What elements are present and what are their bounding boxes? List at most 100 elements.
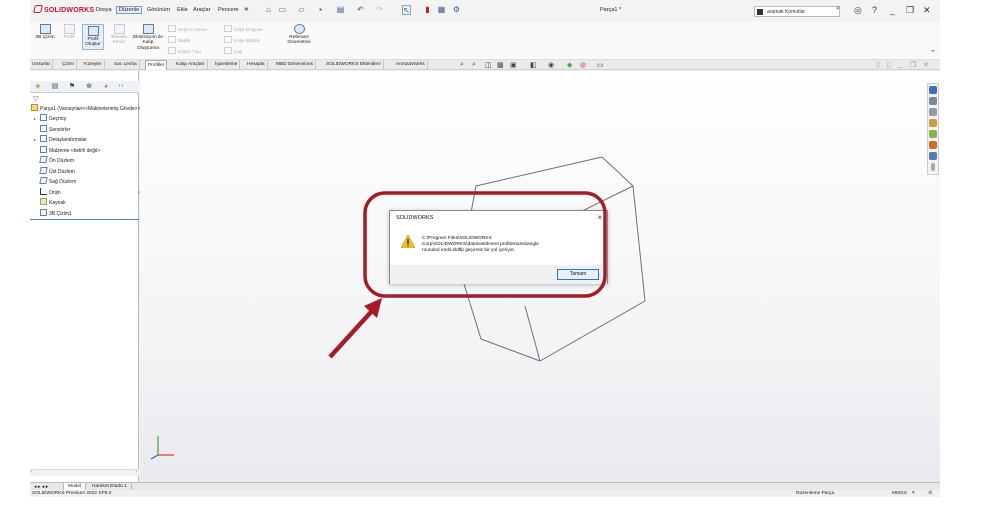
tree-item-3d-sketch[interactable]: 3B Çizim1: [40, 209, 72, 219]
pin-icon[interactable]: ✱: [244, 7, 249, 13]
new-document-icon[interactable]: ▭: [278, 5, 287, 15]
units-selector[interactable]: MMGS: [892, 490, 907, 497]
restore-icon[interactable]: ❐: [906, 5, 914, 16]
view-settings-icon[interactable]: ▭: [597, 61, 604, 69]
tab-mbd-dimensions[interactable]: MBD Dimensions: [274, 60, 317, 70]
tab-solidworks-addins[interactable]: SOLIDWORKS Eklentileri: [324, 60, 384, 70]
trim-extend-button[interactable]: Kirpla Uzatma: [168, 25, 207, 32]
merge-edge-button[interactable]: Birleşik Kenar: [107, 24, 131, 46]
ok-button[interactable]: Tamam: [557, 269, 599, 280]
tree-item-material[interactable]: Malzeme <belirli değil>: [40, 146, 100, 156]
scroll-left-icon[interactable]: ‹: [31, 469, 33, 475]
doc-close-icon[interactable]: ✕: [923, 61, 929, 69]
minimize-icon[interactable]: _: [890, 5, 895, 15]
tab-sheet-metal[interactable]: Sac Levha: [112, 60, 140, 70]
corner-fill-button[interactable]: Köşe Dolgusu: [224, 25, 263, 32]
gusset-button[interactable]: Köşeli Tıpa: [168, 47, 201, 54]
tile-vertical-icon[interactable]: ▯: [887, 61, 891, 69]
filter-icon[interactable]: ▽: [33, 95, 38, 103]
close-icon[interactable]: ✕: [923, 5, 931, 16]
home-icon[interactable]: ⌂: [264, 5, 273, 15]
tree-root-part[interactable]: Parça1 (Varsayılan<<Makinelenmiş Gövde>>…: [31, 104, 142, 114]
tree-item-history[interactable]: ▸ Geçmiş: [34, 114, 66, 124]
tab-features[interactable]: Unsurlar: [30, 60, 54, 70]
user-account-icon[interactable]: ◎: [854, 5, 862, 16]
menu-window[interactable]: Pencere: [218, 7, 239, 13]
menu-tools[interactable]: Araçlar: [193, 7, 210, 13]
options-gear-icon[interactable]: ⚙: [452, 5, 461, 15]
task-pane-expand-icon[interactable]: [931, 163, 935, 171]
custom-properties-icon[interactable]: [929, 141, 937, 149]
display-style-icon[interactable]: ◧: [530, 61, 537, 69]
property-manager-tab-icon[interactable]: ▤: [50, 82, 60, 91]
feature-manager-tab-icon[interactable]: ◈: [33, 82, 43, 91]
section-view-icon[interactable]: ▩: [497, 61, 504, 69]
zoom-to-fit-icon[interactable]: ⌕: [460, 61, 464, 69]
zoom-area-icon[interactable]: ⌕: [472, 61, 476, 69]
select-pointer-icon[interactable]: ↖: [402, 5, 411, 15]
print-icon[interactable]: ▤: [336, 5, 345, 15]
save-icon[interactable]: ▪: [316, 5, 325, 15]
3d-sketch-button[interactable]: 3B Çizim: [34, 24, 56, 40]
rollback-bar[interactable]: [30, 219, 139, 220]
help-icon[interactable]: ?: [872, 5, 877, 15]
open-folder-icon[interactable]: ▱: [297, 5, 306, 15]
display-manager-tab-icon[interactable]: ◕: [101, 82, 111, 91]
tab-markup[interactable]: İşaretleme: [213, 60, 241, 70]
tab-annotaworks[interactable]: AnnotaWorks: [394, 60, 428, 70]
customize-icon[interactable]: ⚙: [928, 490, 932, 497]
doc-minimize-icon[interactable]: _: [898, 61, 902, 68]
tab-weldments[interactable]: Profiller: [145, 60, 168, 70]
menu-insert[interactable]: Ekle: [177, 7, 188, 13]
search-commands-input[interactable]: aramak Komutlar: [754, 6, 840, 17]
tabs-scroll-arrows-icon[interactable]: ‹ ›: [116, 82, 126, 91]
structural-member-button[interactable]: Profil Oluştur: [82, 24, 104, 50]
dialog-close-icon[interactable]: ×: [597, 213, 602, 222]
tree-item-annotations[interactable]: ▸ Detaylandırmalar: [34, 135, 87, 145]
profile-button[interactable]: Profil: [58, 24, 80, 40]
file-properties-icon[interactable]: ▦: [437, 5, 446, 15]
hide-show-items-icon[interactable]: ◉: [548, 61, 554, 69]
tab-sketch[interactable]: Çizim: [60, 60, 77, 70]
tab-mold-tools[interactable]: Kalıp Araçları: [174, 60, 208, 70]
undo-icon[interactable]: ↶: [356, 5, 365, 15]
tile-horizontal-icon[interactable]: ▯: [876, 61, 880, 69]
scroll-right-icon[interactable]: ›: [135, 469, 137, 475]
forum-icon[interactable]: [929, 152, 937, 160]
tree-item-front-plane[interactable]: Ön Düzlem: [39, 156, 74, 166]
appearance-icon[interactable]: ◆: [567, 61, 572, 69]
search-icon[interactable]: ⌕: [836, 5, 840, 13]
redo-icon[interactable]: ↷: [375, 5, 384, 15]
tree-item-right-plane[interactable]: Sağ Düzlem: [39, 177, 76, 187]
reference-geometry-button[interactable]: Referans Geometrisi: [284, 24, 314, 46]
end-cap-button[interactable]: Başlık: [168, 36, 191, 43]
appearances-scenes-icon[interactable]: [929, 130, 937, 138]
weld-bead-button[interactable]: Çap: [224, 47, 242, 54]
menu-file[interactable]: Dosya: [96, 7, 112, 13]
configuration-manager-tab-icon[interactable]: ⚑: [67, 82, 77, 91]
view-palette-icon[interactable]: [929, 119, 937, 127]
view-orientation-icon[interactable]: ▣: [510, 61, 517, 69]
solidworks-logo[interactable]: SOLIDWORKS: [32, 5, 94, 14]
extrude-boss-button[interactable]: Ekstrüzyon ile Kalıp Oluşturma: [133, 24, 163, 51]
tab-evaluate[interactable]: Hesapla: [245, 60, 268, 70]
design-library-icon[interactable]: [929, 97, 937, 105]
ribbon-collapse-chevron-icon[interactable]: ⌃: [930, 49, 936, 57]
solidworks-resources-icon[interactable]: [929, 86, 937, 94]
file-explorer-icon[interactable]: [929, 108, 937, 116]
menu-edit[interactable]: Düzenle: [116, 6, 143, 14]
menu-view[interactable]: Görünüm: [147, 7, 170, 13]
rebuild-icon[interactable]: ▮: [423, 5, 432, 15]
tree-item-sensors[interactable]: Sensörler: [40, 125, 70, 135]
units-dropdown-chevron-icon[interactable]: ▾: [912, 490, 914, 497]
dimxpert-tab-icon[interactable]: ⊕: [84, 82, 94, 91]
tree-item-top-plane[interactable]: Üst Düzlem: [39, 167, 75, 177]
tab-surfaces[interactable]: Yüzeyler: [81, 60, 105, 70]
scene-icon[interactable]: ◍: [580, 61, 586, 69]
previous-view-icon[interactable]: ◫: [485, 61, 492, 69]
tree-item-origin[interactable]: Orijin: [40, 188, 61, 198]
tree-item-weld[interactable]: Kaynak: [40, 198, 66, 208]
doc-restore-icon[interactable]: ❐: [910, 61, 916, 69]
corner-joint-button[interactable]: Köşe Bitişimi: [224, 36, 260, 43]
horizontal-scrollbar[interactable]: ‹ ›: [30, 469, 139, 476]
